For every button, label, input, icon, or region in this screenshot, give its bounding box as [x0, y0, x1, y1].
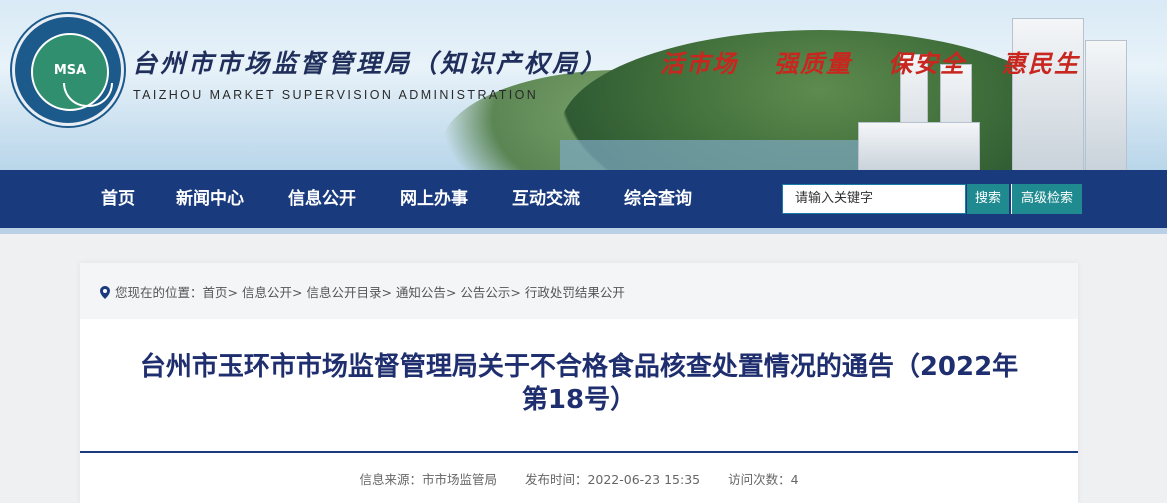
article-source: 信息来源：市市场监管局	[359, 472, 497, 487]
nav-item-interaction[interactable]: 互动交流	[512, 170, 580, 228]
nav-item-query[interactable]: 综合查询	[624, 170, 692, 228]
nav-item-home[interactable]: 首页	[101, 170, 135, 228]
breadcrumb-link[interactable]: 信息公开目录	[306, 285, 381, 300]
article-published: 发布时间：2022-06-23 15:35	[524, 472, 701, 487]
slogan-group: 活市场 强质量 保安全 惠民生	[660, 44, 1080, 79]
site-logo[interactable]: MSA	[12, 14, 124, 126]
content-panel: 您现在的位置：首页> 信息公开> 信息公开目录> 通知公告> 公告公示> 行政处…	[80, 263, 1078, 503]
nav-item-info[interactable]: 信息公开	[288, 170, 356, 228]
slogan: 活市场	[660, 49, 738, 78]
banner-water	[560, 140, 860, 170]
article-meta: 信息来源：市市场监管局 发布时间：2022-06-23 15:35 访问次数：4	[80, 469, 1078, 488]
search-button[interactable]: 搜索	[967, 184, 1009, 214]
advanced-search-button[interactable]: 高级检索	[1011, 184, 1082, 214]
article-title-line: 台州市玉环市市场监督管理局关于不合格食品核查处置情况的通告（2022年	[139, 352, 1019, 382]
breadcrumb-link[interactable]: 行政处罚结果公开	[525, 285, 625, 300]
banner-building	[1085, 40, 1127, 170]
nav-item-news[interactable]: 新闻中心	[176, 170, 244, 228]
article-title: 台州市玉环市市场监督管理局关于不合格食品核查处置情况的通告（2022年 第18号…	[100, 351, 1058, 417]
article-views: 访问次数：4	[728, 472, 799, 487]
site-title: 台州市市场监督管理局（知识产权局）	[132, 49, 609, 78]
slogan: 强质量	[774, 49, 852, 78]
breadcrumb-link[interactable]: 公告公示	[460, 285, 510, 300]
breadcrumb-link[interactable]: 信息公开	[242, 285, 292, 300]
logo-emblem: MSA	[31, 33, 113, 111]
nav-item-services[interactable]: 网上办事	[400, 170, 468, 228]
location-pin-icon	[100, 286, 110, 299]
search-input[interactable]: 请输入关键字	[782, 184, 966, 214]
breadcrumb-link[interactable]: 首页	[203, 285, 228, 300]
header-banner: MSA 台州市市场监督管理局（知识产权局） TAIZHOU MARKET SUP…	[0, 0, 1167, 170]
nav-underline	[0, 228, 1167, 234]
banner-building	[858, 122, 980, 170]
banner-building	[1012, 18, 1084, 170]
slogan: 保安全	[888, 49, 966, 78]
breadcrumb-prefix: 您现在的位置：	[115, 285, 203, 300]
logo-text: MSA	[53, 63, 87, 78]
breadcrumb-bar: 您现在的位置：首页> 信息公开> 信息公开目录> 通知公告> 公告公示> 行政处…	[80, 263, 1078, 319]
breadcrumb: 您现在的位置：首页> 信息公开> 信息公开目录> 通知公告> 公告公示> 行政处…	[100, 282, 625, 301]
site-subtitle: TAIZHOU MARKET SUPERVISION ADMINISTRATIO…	[133, 88, 539, 102]
slogan: 惠民生	[1002, 49, 1080, 78]
title-divider	[80, 451, 1078, 453]
wreath-icon	[63, 83, 113, 107]
breadcrumb-link[interactable]: 通知公告	[396, 285, 446, 300]
article-title-line: 第18号）	[521, 385, 637, 415]
